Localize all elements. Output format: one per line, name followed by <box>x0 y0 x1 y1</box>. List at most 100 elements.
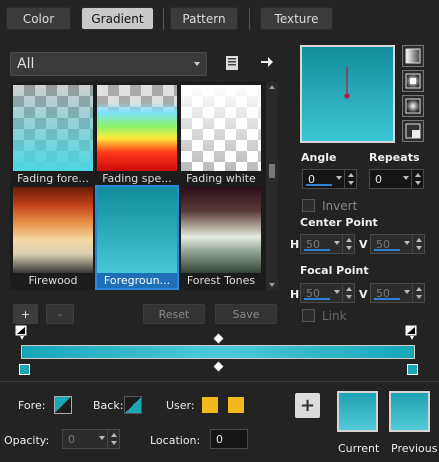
location-value: 0 <box>216 432 223 446</box>
spinner-arrows-icon[interactable] <box>344 170 356 188</box>
opacity-midpoint[interactable] <box>213 333 224 344</box>
focal-h-underline <box>304 298 330 300</box>
center-v-input[interactable]: 50 <box>370 234 425 254</box>
location-label: Location: <box>150 434 201 447</box>
gradient-label: Firewood <box>28 274 78 287</box>
gradient-swatch <box>181 85 261 171</box>
fore-color-swatch[interactable] <box>54 396 72 414</box>
save-button[interactable]: Save <box>215 304 277 324</box>
gradient-thumb[interactable]: Fading spe... <box>97 85 177 186</box>
sunburst-style-button[interactable] <box>402 95 424 117</box>
chevron-down-icon[interactable] <box>334 290 340 294</box>
spinner-arrows-icon[interactable] <box>107 430 119 448</box>
spinner-arrows-icon[interactable] <box>412 284 424 302</box>
previous-swatch[interactable] <box>389 391 430 432</box>
spinner-arrows-icon[interactable] <box>342 235 354 253</box>
gradient-preview[interactable] <box>300 45 395 143</box>
color-midpoint[interactable] <box>213 361 224 372</box>
gradient-label: Fading white <box>186 172 256 185</box>
focal-v-input[interactable]: 50 <box>370 283 425 303</box>
spinner-arrows-icon[interactable] <box>412 235 424 253</box>
user-color-swatch[interactable] <box>201 396 219 414</box>
scroll-up-icon[interactable] <box>269 85 275 89</box>
scroll-down-icon[interactable] <box>269 283 275 287</box>
chevron-down-icon <box>194 62 200 66</box>
add-gradient-button[interactable]: + <box>13 304 38 324</box>
linear-style-icon <box>405 48 421 64</box>
gradient-library: Fading fore... Fading spe... Fading whit… <box>10 82 278 290</box>
opacity-stop-left[interactable] <box>14 324 32 342</box>
repeats-value: 0 <box>375 172 382 186</box>
repeats-input[interactable]: 0 <box>369 169 424 189</box>
gradient-thumb[interactable]: Firewood <box>13 187 93 288</box>
chevron-down-icon[interactable] <box>336 176 342 180</box>
chevron-down-icon[interactable] <box>404 290 410 294</box>
center-h-label: H <box>290 238 300 251</box>
center-v-underline <box>374 249 400 251</box>
divider <box>0 381 439 382</box>
current-swatch[interactable] <box>337 391 378 432</box>
library-scrollbar[interactable] <box>266 82 278 290</box>
gradient-swatch <box>97 187 177 273</box>
gradient-thumb[interactable]: Forest Tones <box>181 187 261 288</box>
gradient-thumb[interactable]: Fading fore... <box>13 85 93 186</box>
back-color-swatch[interactable] <box>124 396 142 414</box>
gradient-label: Forest Tones <box>186 274 256 287</box>
angle-underline <box>306 184 332 186</box>
gradient-label: Fading fore... <box>17 172 89 185</box>
spinner-arrows-icon[interactable] <box>342 284 354 302</box>
radial-style-button[interactable] <box>402 70 424 92</box>
linear-style-button[interactable] <box>402 45 424 67</box>
gradient-label: Fading spe... <box>102 172 172 185</box>
tab-texture[interactable]: Texture <box>260 7 333 30</box>
tab-gradient[interactable]: Gradient <box>81 7 154 30</box>
angle-label: Angle <box>301 151 337 164</box>
tab-pattern[interactable]: Pattern <box>170 7 238 30</box>
gradient-swatch <box>13 187 93 273</box>
tab-divider <box>249 8 250 30</box>
gradient-bar[interactable] <box>21 345 415 359</box>
angle-indicator <box>344 67 350 99</box>
book-icon[interactable] <box>224 55 240 71</box>
focal-v-underline <box>374 298 400 300</box>
chevron-down-icon[interactable] <box>404 241 410 245</box>
center-point-label: Center Point <box>300 216 378 229</box>
color-stop-right[interactable] <box>407 364 418 375</box>
user-color-swatch-2[interactable] <box>227 396 245 414</box>
focal-h-input[interactable]: 50 <box>300 283 355 303</box>
gradient-swatch <box>181 187 261 273</box>
invert-label: Invert <box>322 199 358 213</box>
rectangular-style-button[interactable] <box>402 120 424 142</box>
category-dropdown-value: All <box>17 56 35 72</box>
color-stop-left[interactable] <box>19 364 30 375</box>
current-label: Current <box>338 442 380 455</box>
opacity-stop-right[interactable] <box>404 324 422 342</box>
category-dropdown[interactable]: All <box>10 52 207 76</box>
rectangular-style-icon <box>405 123 421 139</box>
center-h-input[interactable]: 50 <box>300 234 355 254</box>
user-label: User: <box>166 399 195 412</box>
opacity-input[interactable]: 0 <box>62 429 120 449</box>
back-label: Back: <box>93 399 124 412</box>
center-h-underline <box>304 249 330 251</box>
invert-checkbox[interactable] <box>302 199 315 212</box>
gradient-thumb-selected[interactable]: Foregroun... <box>95 185 179 290</box>
link-checkbox[interactable] <box>302 309 315 322</box>
scrollbar-thumb[interactable] <box>269 164 275 178</box>
link-label: Link <box>322 309 347 323</box>
angle-input[interactable]: 0 <box>302 169 357 189</box>
remove-gradient-button[interactable]: - <box>46 304 74 324</box>
focal-v-label: V <box>359 288 368 301</box>
spinner-arrows-icon[interactable] <box>411 170 423 188</box>
reset-button[interactable]: Reset <box>143 304 205 324</box>
chevron-down-icon[interactable] <box>334 241 340 245</box>
plus-icon: + <box>299 395 316 416</box>
location-input[interactable]: 0 <box>210 429 248 449</box>
arrow-right-icon[interactable] <box>259 54 275 70</box>
opacity-label: Opacity: <box>4 434 50 447</box>
gradient-thumb[interactable]: Fading white <box>181 85 261 186</box>
chevron-down-icon[interactable] <box>403 176 409 180</box>
tab-color[interactable]: Color <box>6 7 71 30</box>
add-swatch-button[interactable]: + <box>295 393 320 418</box>
chevron-down-icon[interactable] <box>99 436 105 440</box>
